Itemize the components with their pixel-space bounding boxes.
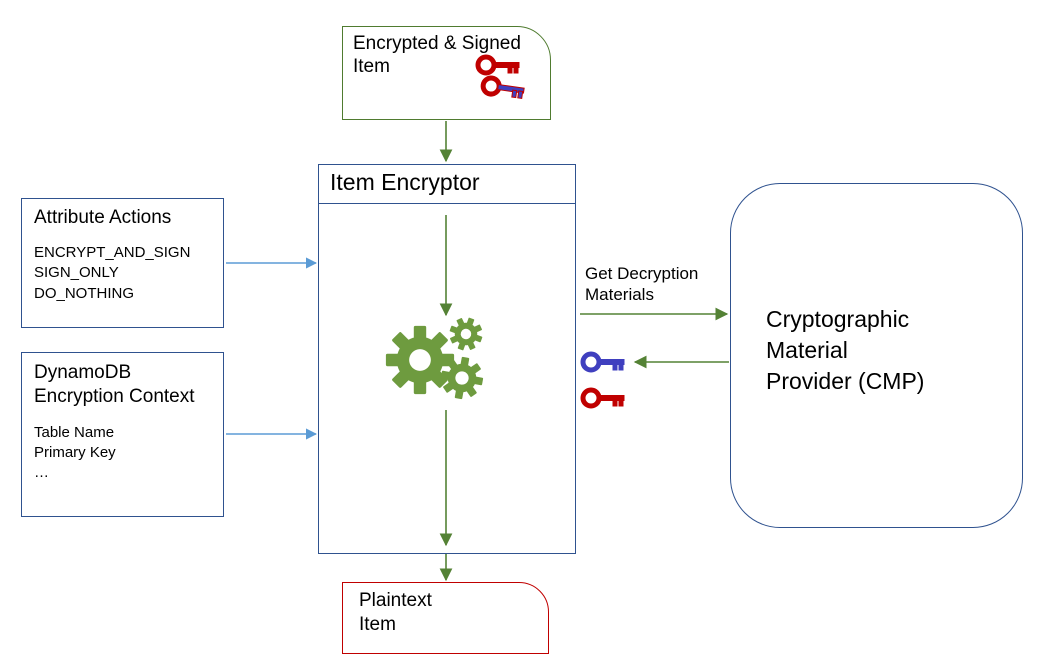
attribute-actions-title: Attribute Actions [34, 207, 211, 229]
attribute-actions-line3: DO_NOTHING [34, 284, 211, 304]
item-encryptor-divider [318, 203, 576, 204]
plaintext-item-l1: Plaintext [359, 590, 432, 611]
plaintext-item-box: Plaintext Item [342, 582, 549, 654]
get-decryption-materials-label: Get Decryption Materials [585, 263, 698, 306]
encryption-context-box: DynamoDB Encryption Context Table Name P… [21, 352, 224, 517]
item-encryptor-title: Item Encryptor [330, 169, 480, 196]
encryption-context-title2: Encryption Context [34, 386, 195, 407]
encryption-context-line2: Primary Key [34, 443, 211, 463]
attribute-actions-box: Attribute Actions ENCRYPT_AND_SIGN SIGN_… [21, 198, 224, 328]
attribute-actions-line2: SIGN_ONLY [34, 263, 211, 283]
encrypted-signed-item-label: Encrypted & Signed Item [343, 27, 550, 85]
encrypted-signed-item-box: Encrypted & Signed Item [342, 26, 551, 120]
encryption-context-line3: … [34, 463, 211, 483]
cmp-label: Cryptographic Material Provider (CMP) [766, 304, 924, 397]
encryption-context-title1: DynamoDB [34, 362, 131, 383]
item-encryptor-box [318, 164, 576, 554]
attribute-actions-line1: ENCRYPT_AND_SIGN [34, 243, 211, 263]
encryption-context-line1: Table Name [34, 423, 211, 443]
plaintext-item-l2: Item [359, 614, 396, 635]
